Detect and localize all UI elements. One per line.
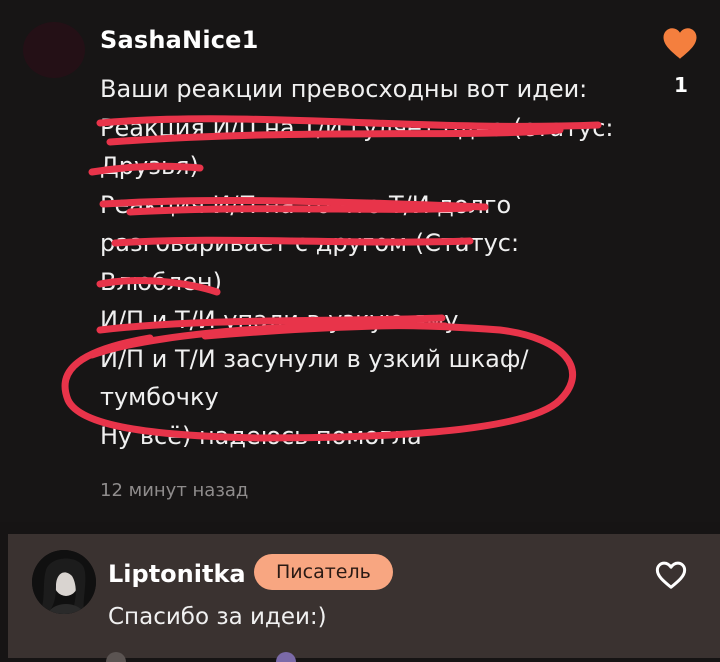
comment-author[interactable]: SashaNice1 xyxy=(100,26,259,54)
role-badge: Писатель xyxy=(254,554,393,590)
comment-line: И/П и Т/И упали в узкую яму xyxy=(100,306,459,334)
partial-icon xyxy=(276,652,296,662)
comment-line: тумбочку xyxy=(100,383,219,411)
comment-line: Друзья) xyxy=(100,152,199,180)
comment-body: Ваши реакции превосходны вот идеи: Реакц… xyxy=(100,70,620,455)
reply-author[interactable]: Liptonitka xyxy=(108,560,246,588)
comment-timestamp: 12 минут назад xyxy=(100,480,249,501)
avatar-image xyxy=(32,550,96,614)
like-count: 1 xyxy=(674,73,688,97)
comment-line: Ну всё) надеюсь помогла xyxy=(100,421,422,450)
avatar[interactable] xyxy=(23,22,85,78)
comment-line: Ваши реакции превосходны вот идеи: xyxy=(100,75,588,103)
comment-line: Реакция И/П на Т/И гуляет одна (статус: xyxy=(100,113,614,142)
comment-line: Влюблен) xyxy=(100,267,222,296)
comment-card: SashaNice1 1 Ваши реакции превосходны во… xyxy=(0,0,720,522)
heart-icon[interactable] xyxy=(662,26,698,60)
avatar[interactable] xyxy=(32,550,96,614)
comment-line: Реакция И/П на то что Т/И долго xyxy=(100,190,512,219)
heart-outline-icon[interactable] xyxy=(654,560,688,590)
reply-text: Спасибо за идеи:) xyxy=(108,604,327,630)
partial-icon xyxy=(106,652,126,662)
comment-line: И/П и Т/И засунули в узкий шкаф/ xyxy=(100,344,529,373)
comment-line: разговаривает с другом (Статус: xyxy=(100,229,520,257)
reply-card: Liptonitka Писатель Спасибо за идеи:) xyxy=(8,534,720,662)
